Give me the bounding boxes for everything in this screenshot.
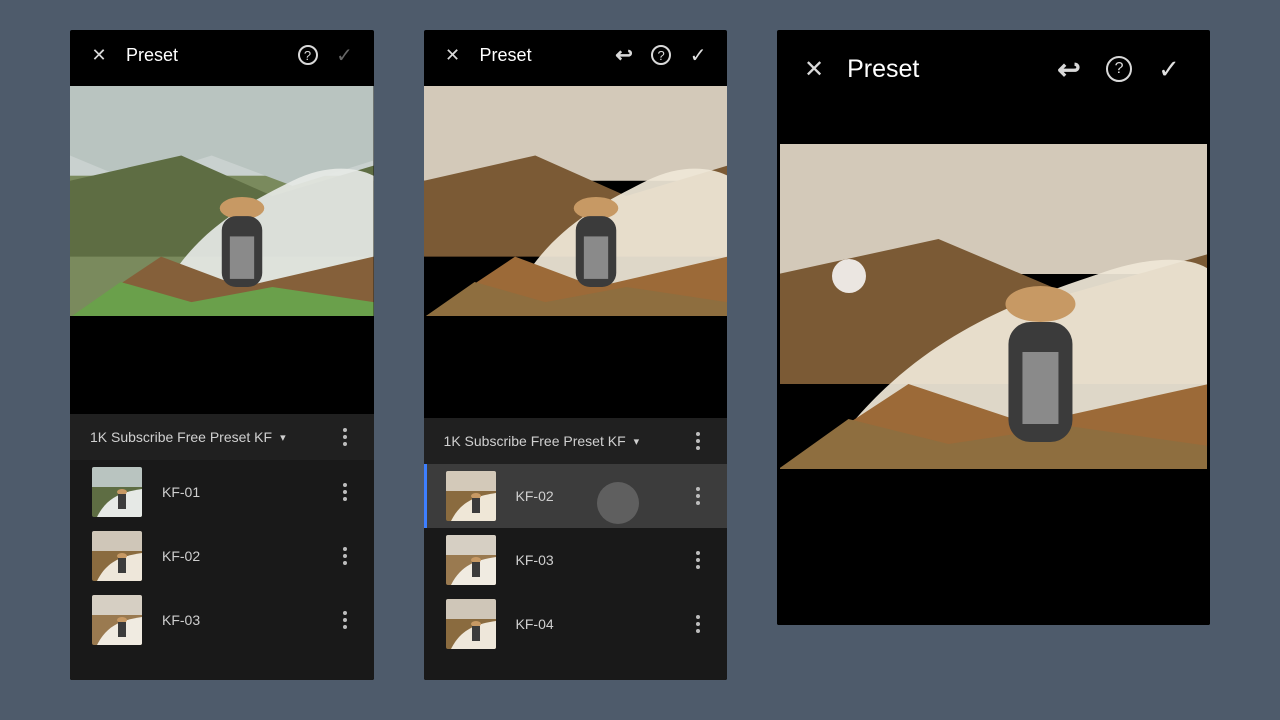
page-title: Preset bbox=[126, 45, 178, 66]
preset-thumb bbox=[92, 595, 142, 645]
preset-menu-icon[interactable] bbox=[336, 611, 354, 629]
preset-group-bar[interactable]: 1K Subscribe Free Preset KF ▾ bbox=[70, 414, 374, 460]
preview-area bbox=[424, 86, 728, 316]
topbar: Preset ↩ ? bbox=[424, 30, 728, 86]
preset-menu-icon[interactable] bbox=[689, 551, 707, 569]
help-icon[interactable]: ? bbox=[298, 45, 318, 65]
preset-list: KF-02 KF-03 KF-04 bbox=[424, 464, 728, 680]
preset-row-selected[interactable]: KF-02 bbox=[424, 464, 728, 528]
preset-label: KF-03 bbox=[162, 612, 316, 628]
preset-list: KF-01 KF-02 KF-03 bbox=[70, 460, 374, 680]
screen-b: Preset ↩ ? 1K Subscribe Free Preset KF ▾ bbox=[424, 30, 728, 680]
page-title: Preset bbox=[847, 55, 919, 84]
preset-thumb bbox=[446, 471, 496, 521]
screen-c: Preset ↩ ? bbox=[777, 30, 1210, 625]
topbar: Preset ? bbox=[70, 30, 374, 86]
preset-group-label: 1K Subscribe Free Preset KF bbox=[444, 433, 626, 449]
undo-icon[interactable]: ↩ bbox=[613, 44, 635, 66]
page-title: Preset bbox=[480, 45, 532, 66]
preset-row[interactable]: KF-01 bbox=[70, 460, 374, 524]
preset-row[interactable]: KF-02 bbox=[70, 524, 374, 588]
preset-group-bar[interactable]: 1K Subscribe Free Preset KF ▾ bbox=[424, 418, 728, 464]
chevron-down-icon: ▾ bbox=[280, 431, 286, 444]
confirm-icon[interactable] bbox=[334, 44, 356, 66]
undo-icon[interactable]: ↩ bbox=[1054, 54, 1084, 84]
preset-thumb bbox=[446, 599, 496, 649]
preset-thumb bbox=[92, 467, 142, 517]
preset-group-label: 1K Subscribe Free Preset KF bbox=[90, 429, 272, 445]
topbar: Preset ↩ ? bbox=[777, 30, 1210, 114]
group-menu-icon[interactable] bbox=[336, 428, 354, 446]
close-icon[interactable] bbox=[88, 44, 110, 66]
preset-menu-icon[interactable] bbox=[336, 547, 354, 565]
preset-thumb bbox=[446, 535, 496, 585]
preset-row[interactable]: KF-04 bbox=[424, 592, 728, 656]
preset-menu-icon[interactable] bbox=[336, 483, 354, 501]
preset-row[interactable]: KF-03 bbox=[70, 588, 374, 652]
close-icon[interactable] bbox=[799, 54, 829, 84]
preset-menu-icon[interactable] bbox=[689, 615, 707, 633]
confirm-icon[interactable] bbox=[1154, 54, 1184, 84]
confirm-icon[interactable] bbox=[687, 44, 709, 66]
photo-preview[interactable] bbox=[70, 86, 374, 316]
preset-label: KF-04 bbox=[516, 616, 670, 632]
chevron-down-icon: ▾ bbox=[634, 435, 640, 448]
preview-area bbox=[777, 114, 1210, 625]
preview-area bbox=[70, 86, 374, 316]
photo-preview[interactable] bbox=[780, 144, 1207, 469]
close-icon[interactable] bbox=[442, 44, 464, 66]
preset-label: KF-01 bbox=[162, 484, 316, 500]
preset-label: KF-02 bbox=[162, 548, 316, 564]
preset-menu-icon[interactable] bbox=[689, 487, 707, 505]
group-menu-icon[interactable] bbox=[689, 432, 707, 450]
preset-thumb bbox=[92, 531, 142, 581]
touch-indicator bbox=[832, 259, 866, 293]
preset-row[interactable]: KF-03 bbox=[424, 528, 728, 592]
screen-a: Preset ? 1K Subscribe Free Preset KF ▾ bbox=[70, 30, 374, 680]
help-icon[interactable]: ? bbox=[1106, 56, 1132, 82]
photo-preview[interactable] bbox=[424, 86, 728, 316]
help-icon[interactable]: ? bbox=[651, 45, 671, 65]
preset-label: KF-03 bbox=[516, 552, 670, 568]
preset-label: KF-02 bbox=[516, 488, 670, 504]
touch-ripple bbox=[597, 482, 639, 524]
